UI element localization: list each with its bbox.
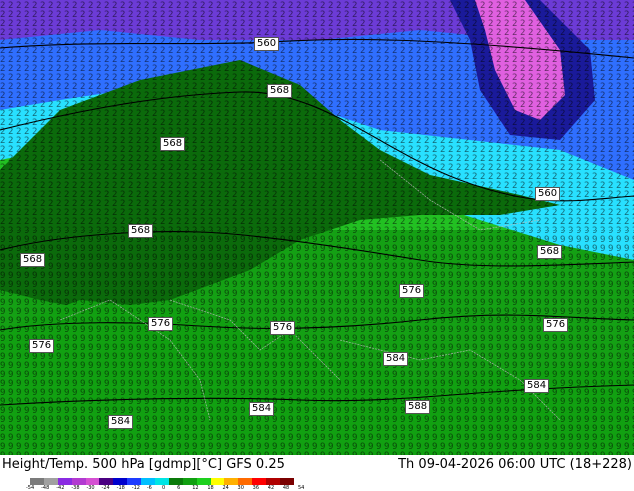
color-scale-tick: 24 [222,485,229,491]
contour-label: 576 [270,321,296,335]
footer-bar: Height/Temp. 500 hPa [gdmp][°C] GFS 0.25… [0,455,634,491]
color-scale-tick: 6 [177,485,181,491]
contour-label: 576 [148,317,174,331]
color-scale-tick: 30 [237,485,244,491]
color-scale-tick: -54 [26,485,35,491]
color-swatch [155,478,169,485]
temperature-digits-bottom [0,230,634,455]
color-swatch [280,478,294,485]
contour-label: 588 [405,400,431,414]
color-scale-tick: -38 [71,485,80,491]
contour-label: 576 [29,339,55,353]
color-swatch [85,478,100,485]
color-scale-tick: 54 [298,485,305,491]
color-scale-tick: -6 [146,485,152,491]
color-swatch [57,478,72,485]
color-scale-tick: 18 [207,485,214,491]
contour-label: 568 [267,84,293,98]
color-swatch [182,478,197,485]
map-title: Height/Temp. 500 hPa [gdmp][°C] GFS 0.25 [2,457,285,472]
color-scale-tick: 0 [162,485,166,491]
weather-map-view: 2 9 [0,0,634,491]
color-swatch [252,478,267,485]
contour-label: 568 [20,253,46,267]
color-swatch [113,478,128,485]
color-swatch [266,478,281,485]
color-scale-tick: -30 [86,485,95,491]
color-scale-tick: -12 [131,485,140,491]
contour-label: 584 [383,352,409,366]
contour-label: 568 [537,245,563,259]
color-scale-tick: 36 [252,485,260,491]
color-scale-tick: 42 [267,485,275,491]
color-swatch [71,478,86,485]
color-scale-tick: -24 [101,485,110,491]
color-scale-tick: -42 [56,485,65,491]
contour-label: 584 [249,402,275,416]
color-swatch [141,478,156,485]
color-swatch [238,478,253,485]
color-scale-tick: 12 [192,485,199,491]
color-swatch [224,478,239,485]
contour-label: 568 [128,224,154,238]
valid-time: Th 09-04-2026 06:00 UTC (18+228) [398,457,632,472]
contour-label: 576 [543,318,569,332]
color-scale-tick: -48 [41,485,50,491]
color-scale-tick: -18 [116,485,125,491]
color-scale-ticks: -54 -48 -42 -38 -30 -24 -18 -12 -6 0 6 12 18 24 30 36 42… [26,485,304,491]
contour-label: 560 [254,37,280,51]
contour-label: 584 [108,415,134,429]
color-swatch [196,478,211,485]
color-scale-bar [30,478,294,485]
contour-label: 576 [399,284,425,298]
color-swatch [43,478,58,485]
color-scale-tick: 48 [282,485,290,491]
color-swatch [168,478,183,485]
color-swatch [210,478,225,485]
color-swatch [127,478,142,485]
contour-label: 584 [524,379,550,393]
contour-label: 560 [535,187,561,201]
color-swatch [30,478,44,485]
color-swatch [99,478,114,485]
contour-label: 568 [160,137,186,151]
